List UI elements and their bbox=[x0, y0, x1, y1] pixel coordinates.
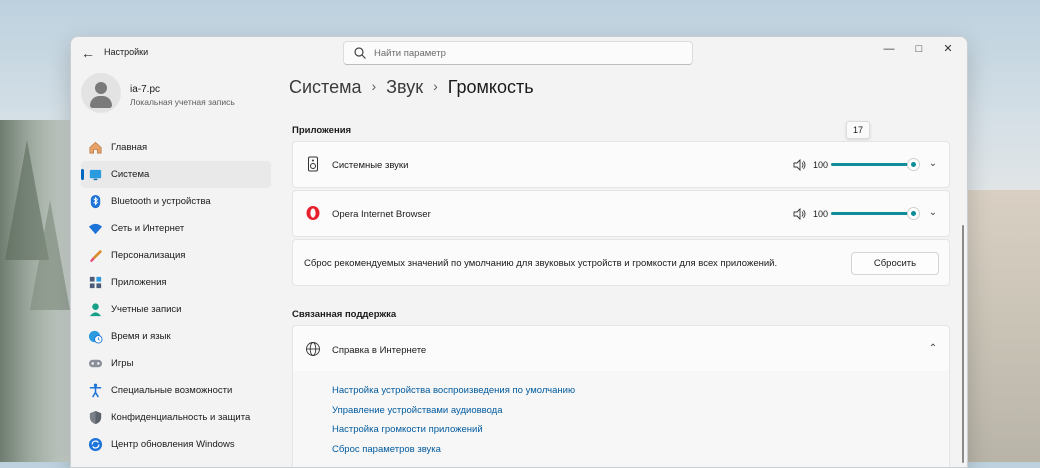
sidebar-item-bluetooth[interactable]: Bluetooth и устройства bbox=[81, 188, 271, 215]
sidebar-item-windows-update[interactable]: Центр обновления Windows bbox=[81, 431, 271, 458]
sidebar-item-label: Время и язык bbox=[111, 331, 171, 342]
wifi-icon bbox=[88, 223, 103, 235]
minimize-icon[interactable]: — bbox=[874, 39, 904, 59]
title-bar: ← Настройки — □ ✕ bbox=[71, 37, 967, 69]
volume-icon[interactable] bbox=[793, 159, 807, 171]
help-online-expander[interactable]: Справка в Интернете ⌃ bbox=[292, 325, 950, 373]
breadcrumb-sound[interactable]: Звук bbox=[386, 77, 423, 97]
maximize-icon[interactable]: □ bbox=[904, 39, 934, 59]
sidebar-item-gaming[interactable]: Игры bbox=[81, 350, 271, 377]
sidebar-item-label: Игры bbox=[111, 358, 134, 369]
help-link[interactable]: Сброс параметров звука bbox=[332, 444, 441, 455]
volume-value: 100 bbox=[813, 160, 829, 170]
globe-clock-icon bbox=[88, 330, 103, 344]
sidebar-item-label: Специальные возможности bbox=[111, 385, 233, 396]
apps-icon bbox=[89, 276, 102, 289]
help-link[interactable]: Настройка устройства воспроизведения по … bbox=[332, 385, 575, 396]
sidebar-item-accessibility[interactable]: Специальные возможности bbox=[81, 377, 271, 404]
reset-button[interactable]: Сбросить bbox=[851, 252, 939, 275]
reset-volume-card: Сброс рекомендуемых значений по умолчани… bbox=[292, 239, 950, 286]
wallpaper-left bbox=[0, 120, 70, 462]
profile-subtitle: Локальная учетная запись bbox=[130, 97, 235, 107]
sidebar-item-label: Приложения bbox=[111, 277, 167, 288]
sidebar-item-system[interactable]: Система bbox=[81, 161, 271, 188]
sidebar-item-label: Персонализация bbox=[111, 250, 186, 261]
volume-slider[interactable] bbox=[831, 207, 920, 220]
help-online-label: Справка в Интернете bbox=[332, 345, 427, 356]
speaker-device-icon bbox=[308, 156, 318, 172]
user-icon bbox=[89, 303, 102, 317]
breadcrumb-system[interactable]: Система bbox=[289, 77, 362, 97]
sidebar-item-label: Конфиденциальность и защита bbox=[111, 412, 251, 423]
avatar bbox=[81, 73, 121, 113]
sidebar-item-label: Учетные записи bbox=[111, 304, 182, 315]
search-box[interactable] bbox=[343, 41, 693, 65]
support-section-title: Связанная поддержка bbox=[292, 309, 397, 320]
app-volume-card-opera: Opera Internet Browser 100 ⌄ bbox=[292, 190, 950, 237]
wallpaper-right bbox=[966, 190, 1040, 462]
sidebar-item-label: Центр обновления Windows bbox=[111, 439, 235, 450]
scrollbar[interactable] bbox=[962, 225, 964, 463]
volume-icon[interactable] bbox=[793, 208, 807, 220]
breadcrumb-chevron-icon: › bbox=[371, 78, 377, 94]
volume-slider-thumb[interactable] bbox=[907, 158, 920, 171]
home-icon bbox=[89, 141, 102, 154]
app-volume-card-system-sounds: Системные звуки 100 ⌄ bbox=[292, 141, 950, 188]
opera-logo-icon bbox=[306, 206, 320, 220]
sidebar-item-home[interactable]: Главная bbox=[81, 134, 271, 161]
gamepad-icon bbox=[88, 359, 103, 368]
sidebar-item-label: Bluetooth и устройства bbox=[111, 196, 211, 207]
sidebar-item-label: Главная bbox=[111, 142, 148, 153]
app-name: Opera Internet Browser bbox=[332, 209, 431, 220]
sidebar-item-apps[interactable]: Приложения bbox=[81, 269, 271, 296]
apps-section-title: Приложения bbox=[292, 125, 352, 136]
chevron-up-icon[interactable]: ⌃ bbox=[927, 343, 939, 355]
app-title: Настройки bbox=[104, 47, 149, 57]
volume-slider[interactable] bbox=[831, 158, 920, 171]
search-input[interactable] bbox=[372, 45, 676, 62]
help-links-panel: Настройка устройства воспроизведения по … bbox=[292, 371, 950, 467]
globe-icon bbox=[306, 342, 320, 356]
volume-value: 100 bbox=[813, 209, 829, 219]
sidebar-item-label: Система bbox=[111, 169, 150, 180]
back-arrow-icon[interactable]: ← bbox=[79, 44, 97, 62]
sidebar-item-personalization[interactable]: Персонализация bbox=[81, 242, 271, 269]
shield-icon bbox=[89, 410, 102, 425]
sidebar-item-time-language[interactable]: Время и язык bbox=[81, 323, 271, 350]
sidebar-item-label: Сеть и Интернет bbox=[111, 223, 185, 234]
bluetooth-icon bbox=[90, 194, 101, 209]
accessibility-icon bbox=[89, 383, 102, 398]
settings-window: ← Настройки — □ ✕ ia-7.pc Локальная учет… bbox=[70, 36, 968, 468]
breadcrumb: Система › Звук › Громкость bbox=[289, 77, 534, 98]
help-link[interactable]: Настройка громкости приложений bbox=[332, 424, 483, 435]
chevron-down-icon[interactable]: ⌄ bbox=[927, 158, 939, 170]
sidebar-item-accounts[interactable]: Учетные записи bbox=[81, 296, 271, 323]
user-profile[interactable]: ia-7.pc Локальная учетная запись bbox=[81, 73, 281, 117]
chevron-down-icon[interactable]: ⌄ bbox=[927, 207, 939, 219]
update-icon bbox=[88, 437, 103, 452]
breadcrumb-chevron-icon: › bbox=[433, 78, 438, 94]
sidebar-nav: Главная Система Bluetooth и устройства С… bbox=[81, 134, 271, 458]
profile-name: ia-7.pc bbox=[130, 84, 161, 95]
help-link[interactable]: Управление устройствами аудиоввода bbox=[332, 405, 503, 416]
brush-icon bbox=[89, 249, 103, 263]
system-monitor-icon bbox=[89, 169, 102, 181]
reset-description: Сброс рекомендуемых значений по умолчани… bbox=[304, 258, 778, 269]
page-title: Громкость bbox=[447, 77, 534, 97]
volume-tooltip: 17 bbox=[846, 121, 870, 139]
volume-slider-thumb[interactable] bbox=[907, 207, 920, 220]
sidebar-item-network[interactable]: Сеть и Интернет bbox=[81, 215, 271, 242]
sidebar-item-privacy[interactable]: Конфиденциальность и защита bbox=[81, 404, 271, 431]
search-icon bbox=[354, 47, 366, 59]
close-icon[interactable]: ✕ bbox=[933, 39, 963, 59]
app-name: Системные звуки bbox=[332, 160, 409, 171]
